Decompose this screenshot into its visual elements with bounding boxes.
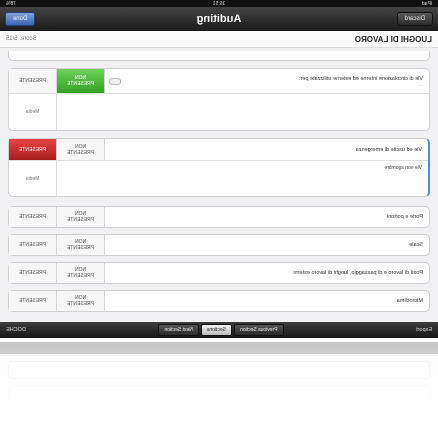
previous-group-edge <box>8 51 430 61</box>
question-text: Porte e portoni <box>386 214 423 220</box>
not-present-option[interactable]: NON PRESENTE <box>57 291 105 311</box>
app-brand-label: DOCHE <box>6 327 26 333</box>
severity-label: Media <box>9 94 57 130</box>
question-group: Vie di circolazione interne ed esterne u… <box>8 68 430 131</box>
notes-row[interactable]: Vie non sgombre Media <box>9 160 428 196</box>
present-option[interactable]: PRESENTE <box>9 263 57 283</box>
page-title: Auditing <box>196 13 242 25</box>
question-text: Microclima <box>396 298 423 304</box>
notes-row[interactable]: Media <box>9 93 429 130</box>
question-row[interactable]: Microclima NON PRESENTE PRESENTE <box>9 291 429 311</box>
previous-section-button[interactable]: Previous Section <box>234 324 284 336</box>
question-row[interactable]: Vie di circolazione interne ed esterne u… <box>9 69 429 93</box>
battery-indicator: 78% <box>6 0 17 7</box>
question-text: Posti di lavoro e di passaggio, luoghi d… <box>293 270 423 276</box>
option-label: PRESENTE <box>67 81 94 87</box>
navigation-bar: Discard Auditing Done <box>0 7 438 31</box>
option-label: PRESENTE <box>67 217 94 223</box>
status-bar: iPad 16:51 78% <box>0 0 438 7</box>
discard-button[interactable]: Discard <box>396 12 433 26</box>
next-section-button[interactable]: Next Section <box>158 324 199 336</box>
question-text: Scale <box>409 242 423 248</box>
present-option[interactable]: PRESENTE <box>9 291 57 311</box>
present-option[interactable]: PRESENTE <box>9 235 57 255</box>
export-button[interactable]: Export <box>416 327 432 333</box>
clock: 16:51 <box>212 0 226 7</box>
option-label: PRESENTE <box>67 273 94 279</box>
not-present-option[interactable]: NON PRESENTE <box>57 263 105 283</box>
section-title: LUOGHI DI LAVORO <box>354 34 432 44</box>
bottom-toolbar: Export Previous Section Sections Next Se… <box>0 322 438 338</box>
note-text[interactable]: Vie non sgombre <box>57 161 428 196</box>
note-text[interactable] <box>57 94 429 130</box>
question-group: Posti di lavoro e di passaggio, luoghi d… <box>8 262 430 284</box>
question-subtext: ... <box>419 81 423 87</box>
section-score: Score: 5/15 <box>6 36 37 42</box>
present-option[interactable]: PRESENTE <box>9 139 57 160</box>
question-group: Porte e portoni NON PRESENTE PRESENTE <box>8 206 430 228</box>
severity-label: Media <box>9 161 57 196</box>
present-option[interactable]: PRESENTE <box>9 69 57 93</box>
done-button[interactable]: Done <box>5 12 36 26</box>
question-text: Vie di circolazione interne ed esterne u… <box>298 75 423 82</box>
question-row[interactable]: Posti di lavoro e di passaggio, luoghi d… <box>9 263 429 283</box>
question-row[interactable]: Scale NON PRESENTE PRESENTE <box>9 235 429 255</box>
not-present-option[interactable]: NON PRESENTE <box>57 207 105 227</box>
question-row[interactable]: Porte e portoni NON PRESENTE PRESENTE <box>9 207 429 227</box>
question-group: Scale NON PRESENTE PRESENTE <box>8 234 430 256</box>
ipad-screen: iPad 16:51 78% Discard Auditing Done LUO… <box>0 0 438 338</box>
question-group: Vie ed uscite di emergenza NON PRESENTE P… <box>8 138 430 197</box>
section-header: LUOGHI DI LAVORO Score: 5/15 <box>0 31 438 48</box>
not-present-option[interactable]: NON PRESENTE <box>57 235 105 255</box>
option-label: PRESENTE <box>67 149 94 156</box>
not-present-option[interactable]: NON PRESENTE <box>57 139 105 160</box>
question-row[interactable]: Vie ed uscite di emergenza NON PRESENTE P… <box>9 139 428 160</box>
present-option[interactable]: PRESENTE <box>9 207 57 227</box>
comment-toggle[interactable] <box>109 77 121 85</box>
section-navigation: Previous Section Sections Next Section <box>158 324 284 336</box>
not-present-option[interactable]: NON PRESENTE <box>57 69 105 93</box>
question-text: Vie ed uscite di emergenza <box>355 146 422 153</box>
option-label: PRESENTE <box>67 245 94 251</box>
sections-button[interactable]: Sections <box>200 324 232 336</box>
option-label: PRESENTE <box>67 301 94 307</box>
question-group: Microclima NON PRESENTE PRESENTE <box>8 290 430 312</box>
screen: iPad 16:51 78% Discard Auditing Done LUO… <box>0 0 438 427</box>
carrier-label: iPad <box>421 0 432 7</box>
screen-reflection <box>0 340 438 427</box>
